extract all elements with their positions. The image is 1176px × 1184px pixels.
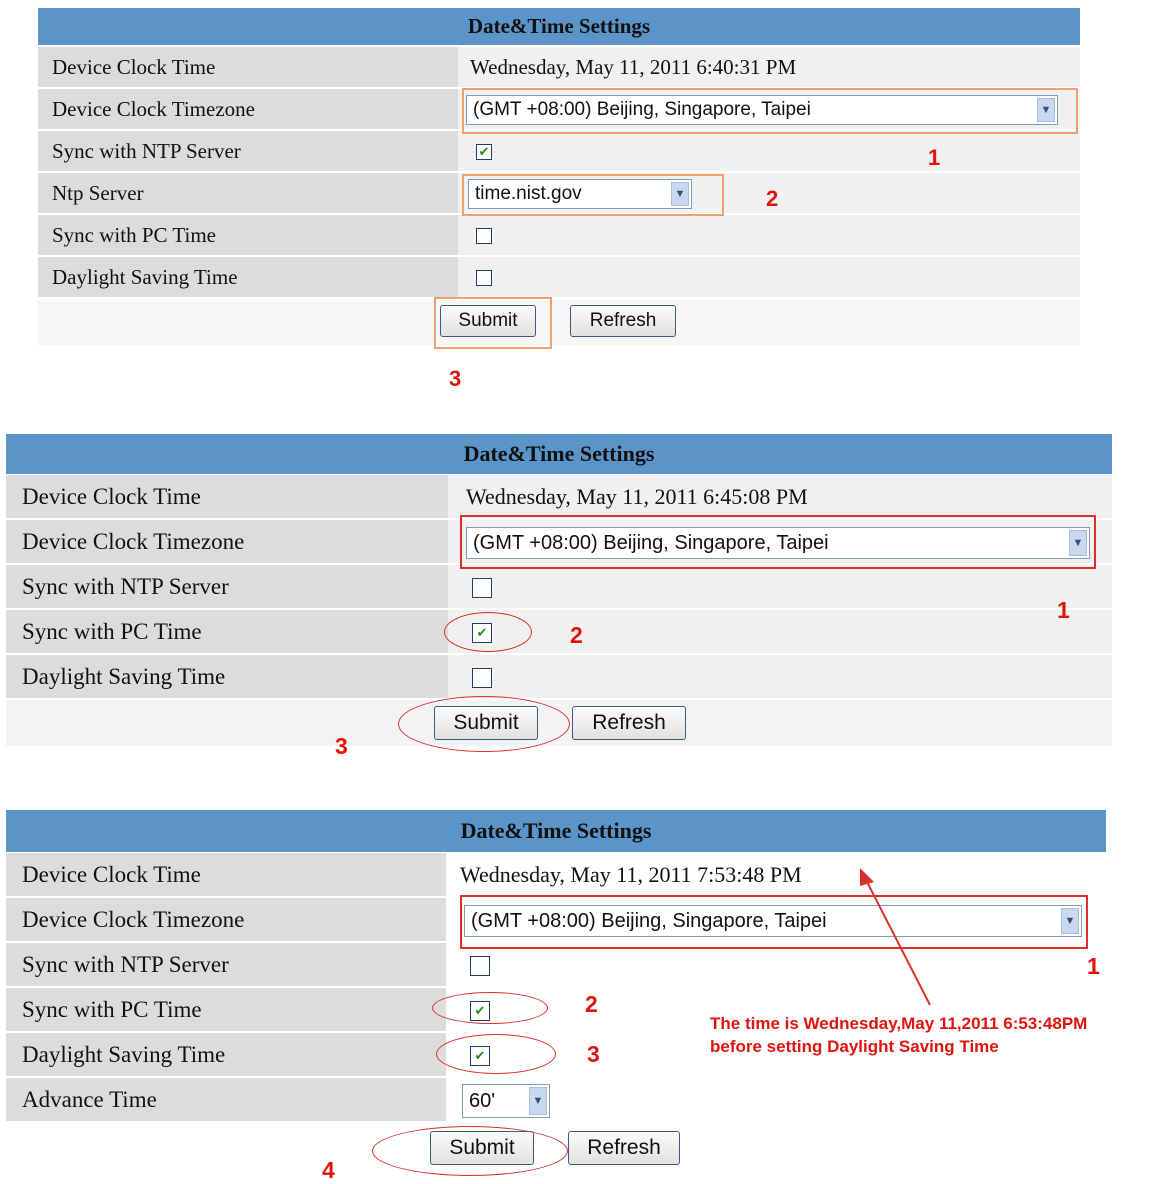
highlight-box-timezone (460, 895, 1088, 949)
row-label-advance-time: Advance Time (6, 1078, 446, 1123)
sync-ntp-checkbox[interactable] (470, 956, 490, 976)
highlight-ellipse-daylight-saving (436, 1034, 556, 1074)
row-label-sync-pc: Sync with PC Time (6, 988, 446, 1033)
chevron-down-icon[interactable]: ▼ (529, 1087, 547, 1115)
advance-time-select-value: 60' (469, 1089, 496, 1112)
row-label-device-clock-time: Device Clock Time (6, 853, 446, 898)
highlight-ellipse-sync-pc (432, 992, 548, 1024)
datetime-panel-3: Date&Time Settings Device Clock Time Wed… (0, 0, 1176, 1183)
annotation-number: 2 (585, 991, 598, 1017)
annotation-number: 4 (322, 1157, 335, 1183)
annotation-number: 1 (1087, 953, 1100, 979)
advance-time-select[interactable]: 60' ▼ (462, 1084, 550, 1118)
refresh-button[interactable]: Refresh (568, 1131, 680, 1165)
row-label-sync-ntp: Sync with NTP Server (6, 943, 446, 988)
highlight-ellipse-submit (372, 1126, 568, 1176)
row-label-timezone: Device Clock Timezone (6, 898, 446, 943)
row-label-daylight-saving: Daylight Saving Time (6, 1033, 446, 1078)
panel-title: Date&Time Settings (6, 810, 1106, 852)
annotation-note-line-1: The time is Wednesday,May 11,2011 6:53:4… (710, 1014, 1088, 1033)
device-clock-time-value: Wednesday, May 11, 2011 7:53:48 PM (446, 853, 1106, 898)
annotation-number: 3 (587, 1041, 600, 1067)
sync-ntp-cell (446, 943, 1106, 988)
annotation-note-line-2: before setting Daylight Saving Time (710, 1037, 999, 1056)
